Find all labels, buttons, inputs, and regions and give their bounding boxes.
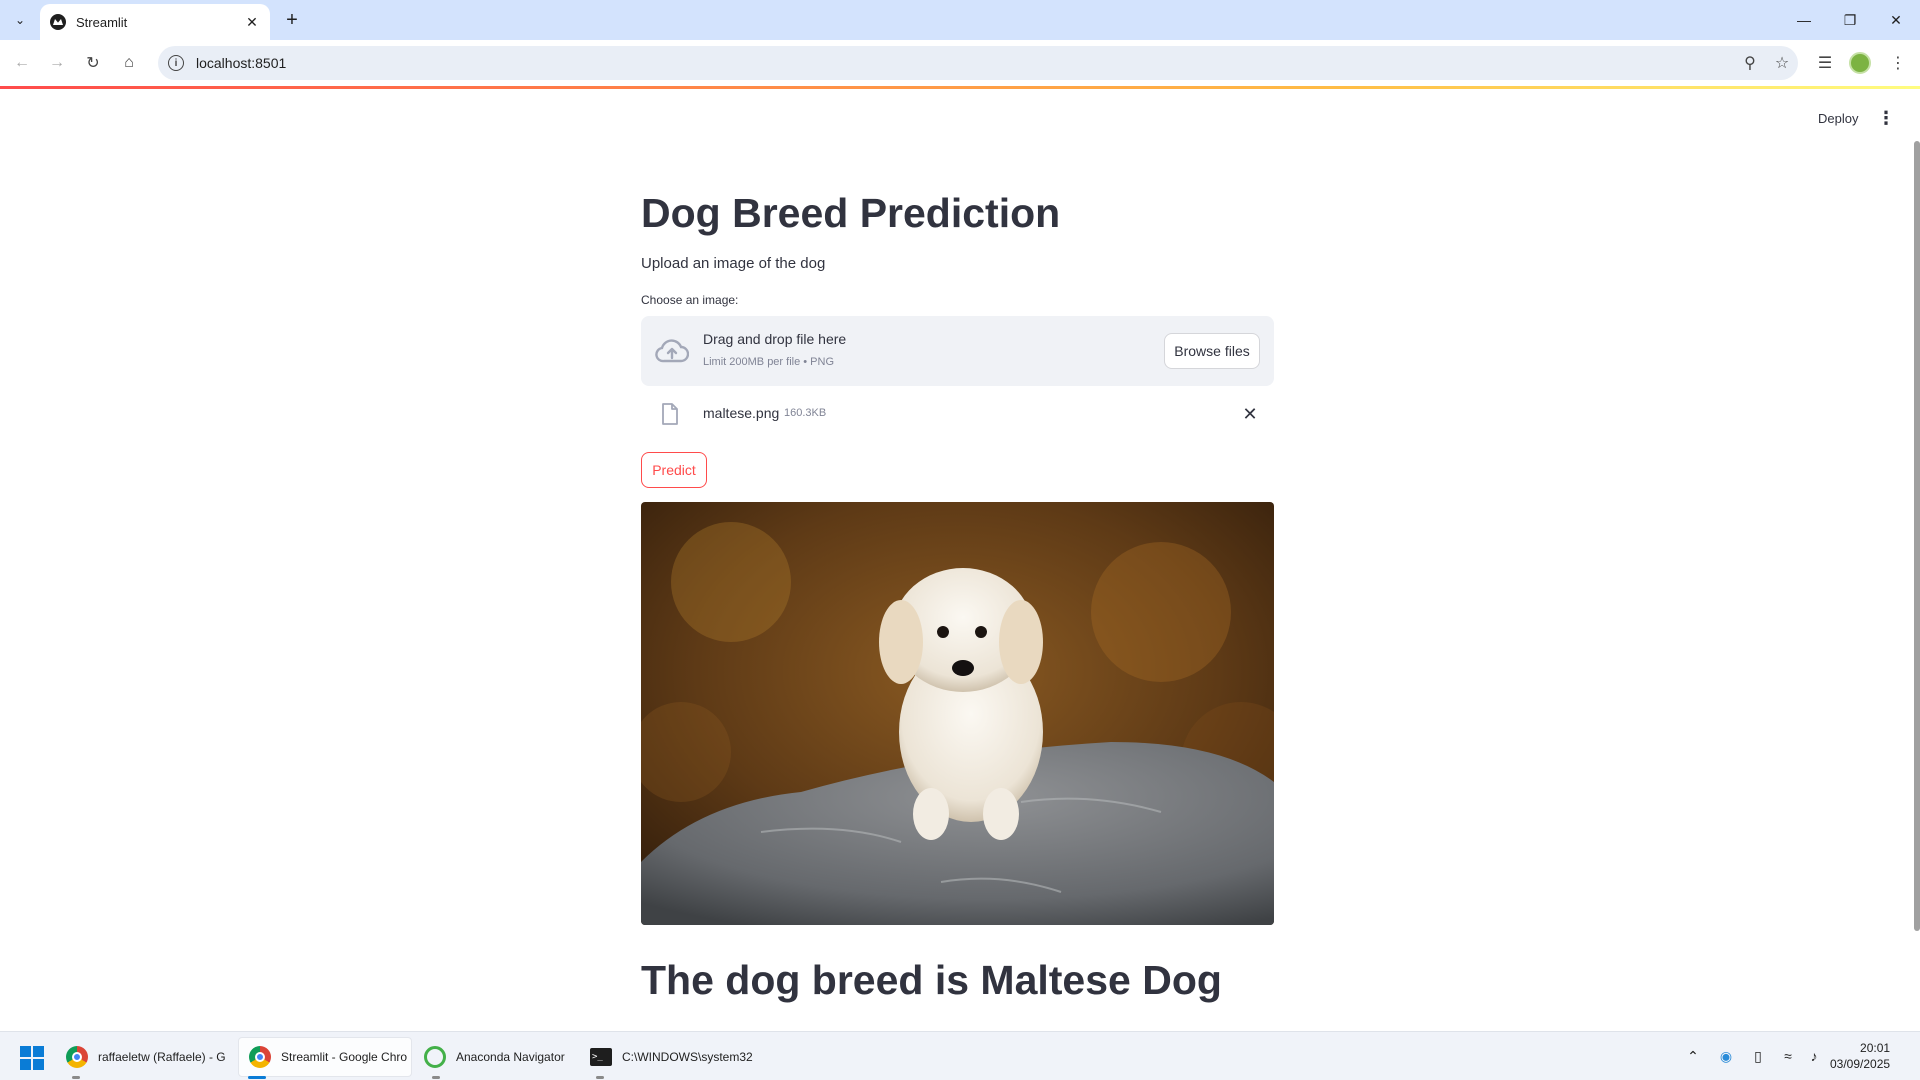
windows-start-icon[interactable] xyxy=(20,1046,44,1070)
home-icon[interactable]: ⌂ xyxy=(115,49,143,77)
taskbar-app-streamlit[interactable]: Streamlit - Google Chro xyxy=(238,1037,412,1077)
dropzone-title: Drag and drop file here xyxy=(703,331,847,347)
browse-files-button[interactable]: Browse files xyxy=(1164,333,1260,369)
taskbar-app-label: C:\WINDOWS\system32 xyxy=(622,1050,753,1064)
active-indicator xyxy=(248,1076,266,1079)
running-indicator xyxy=(596,1076,604,1079)
bookmark-star-icon[interactable]: ☆ xyxy=(1766,47,1798,79)
file-size: 160.3KB xyxy=(784,407,827,419)
predict-button[interactable]: Predict xyxy=(641,452,707,488)
file-name: maltese.png xyxy=(703,405,780,421)
system-clock[interactable]: 20:01 03/09/2025 xyxy=(1830,1040,1890,1072)
streamlit-favicon-icon xyxy=(50,14,66,30)
address-bar[interactable]: i localhost:8501 ⚲ ☆ xyxy=(158,46,1798,80)
browser-tab[interactable]: Streamlit ✕ xyxy=(40,4,270,40)
taskbar-app-anaconda[interactable]: Anaconda Navigator xyxy=(414,1037,574,1077)
tab-search-icon[interactable]: ⌄ xyxy=(8,8,32,32)
browser-menu-icon[interactable]: ⋮ xyxy=(1884,49,1912,77)
clock-time: 20:01 xyxy=(1860,1041,1891,1055)
clock-date: 03/09/2025 xyxy=(1830,1057,1891,1071)
remove-file-icon[interactable]: ✕ xyxy=(1238,402,1262,426)
page-title: Dog Breed Prediction xyxy=(641,190,1061,236)
taskbar-app-label: raffaeletw (Raffaele) - G xyxy=(98,1050,226,1064)
battery-icon[interactable]: ▯ xyxy=(1748,1046,1768,1066)
anaconda-icon xyxy=(424,1046,446,1068)
maltese-dog-photo xyxy=(641,502,1274,925)
profile-avatar[interactable] xyxy=(1849,52,1871,74)
back-icon[interactable]: ← xyxy=(8,49,36,77)
browser-tab-bar: ⌄ Streamlit ✕ + — ❐ ✕ xyxy=(0,0,1920,40)
site-info-icon[interactable]: i xyxy=(168,55,184,71)
deploy-button[interactable]: Deploy xyxy=(1812,107,1864,130)
taskbar-app-chrome-github[interactable]: raffaeletw (Raffaele) - G xyxy=(56,1037,232,1077)
file-dropzone[interactable]: Drag and drop file here Limit 200MB per … xyxy=(641,316,1274,386)
reload-icon[interactable]: ↻ xyxy=(79,49,107,77)
chrome-icon xyxy=(66,1046,88,1068)
page-subtitle: Upload an image of the dog xyxy=(641,255,826,272)
restore-icon[interactable]: ❐ xyxy=(1827,0,1873,40)
taskbar-app-label: Anaconda Navigator xyxy=(456,1050,565,1064)
uploader-label: Choose an image: xyxy=(641,293,739,307)
browser-toolbar: ← → ↻ ⌂ i localhost:8501 ⚲ ☆ ☰ ⋮ xyxy=(0,40,1920,86)
wifi-icon[interactable]: ≈ xyxy=(1778,1046,1798,1066)
minimize-icon[interactable]: — xyxy=(1781,0,1827,40)
prediction-result: The dog breed is Maltese Dog xyxy=(641,957,1222,1003)
url-text[interactable]: localhost:8501 xyxy=(196,55,1734,71)
forward-icon[interactable]: → xyxy=(43,49,71,77)
new-tab-icon[interactable]: + xyxy=(280,8,304,32)
dog-image xyxy=(641,502,1274,925)
media-control-icon[interactable]: ☰ xyxy=(1811,49,1839,77)
tab-close-icon[interactable]: ✕ xyxy=(242,12,262,32)
main-menu-icon[interactable]: ⋮ xyxy=(1876,106,1896,130)
terminal-icon: >_ xyxy=(590,1048,612,1066)
windows-taskbar: raffaeletw (Raffaele) - G Streamlit - Go… xyxy=(0,1031,1920,1080)
running-indicator xyxy=(72,1076,80,1079)
streamlit-app: Deploy ⋮ Dog Breed Prediction Upload an … xyxy=(0,89,1920,1031)
uploaded-file-row: maltese.png 160.3KB ✕ xyxy=(641,394,1274,434)
cloud-upload-icon xyxy=(655,339,689,363)
taskbar-app-label: Streamlit - Google Chro xyxy=(281,1050,408,1064)
security-shield-icon[interactable]: ◉ xyxy=(1716,1046,1736,1066)
running-indicator xyxy=(432,1076,440,1079)
page-scrollbar[interactable] xyxy=(1914,141,1920,931)
zoom-icon[interactable]: ⚲ xyxy=(1734,47,1766,79)
taskbar-app-terminal[interactable]: >_ C:\WINDOWS\system32 xyxy=(580,1037,760,1077)
tab-title: Streamlit xyxy=(76,14,128,30)
file-icon xyxy=(662,403,678,425)
chrome-icon xyxy=(249,1046,271,1068)
show-hidden-icons-chevron-icon[interactable]: ⌃ xyxy=(1683,1046,1703,1066)
window-close-icon[interactable]: ✕ xyxy=(1873,0,1919,40)
volume-icon[interactable]: ♪ xyxy=(1804,1046,1824,1066)
dropzone-limit: Limit 200MB per file • PNG xyxy=(703,356,835,368)
